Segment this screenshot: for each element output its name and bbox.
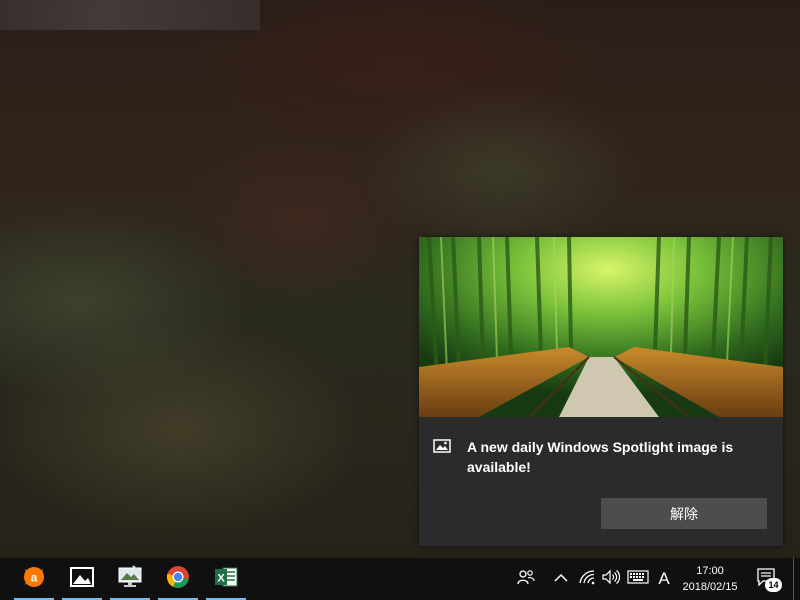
avast-icon: a [22,565,46,594]
clock-time: 17:00 [696,565,724,577]
people-button[interactable] [514,558,538,600]
clock-date: 2018/02/15 [682,581,738,593]
show-hidden-icons-button[interactable] [552,558,570,600]
taskbar-app-chrome[interactable] [158,558,198,600]
spotlight-preview-image[interactable] [419,237,783,417]
wallpaper-rocks [0,0,260,30]
svg-text:a: a [31,570,38,584]
taskbar: a X A 17:00 2018/02/15 [0,558,800,600]
photos-icon [70,566,94,593]
notification-message: A new daily Windows Spotlight image is a… [467,439,734,475]
volume-icon [602,569,621,590]
chrome-icon [166,565,190,594]
show-desktop-button[interactable] [793,558,800,600]
dismiss-button[interactable]: 解除 [601,498,767,529]
network-button[interactable] [577,558,597,600]
touch-keyboard-button[interactable] [626,558,650,600]
clock[interactable]: 17:00 2018/02/15 [672,558,748,600]
excel-icon: X [214,566,238,593]
volume-button[interactable] [601,558,621,600]
picture-monitor-icon [117,564,143,594]
people-icon [517,569,535,590]
taskbar-app-excel[interactable]: X [206,558,246,600]
wifi-icon [578,569,596,590]
ime-indicator[interactable]: A [655,558,673,600]
taskbar-app-photos[interactable] [62,558,102,600]
spotlight-photo-icon [433,439,451,453]
taskbar-app-avast[interactable]: a [14,558,54,600]
spotlight-notification[interactable]: A new daily Windows Spotlight image is a… [419,237,783,546]
chevron-up-icon [554,570,568,588]
keyboard-icon [627,569,649,589]
notification-count-badge: 14 [765,578,782,592]
svg-text:X: X [217,572,225,584]
taskbar-app-spotlight-tool[interactable] [110,558,150,600]
